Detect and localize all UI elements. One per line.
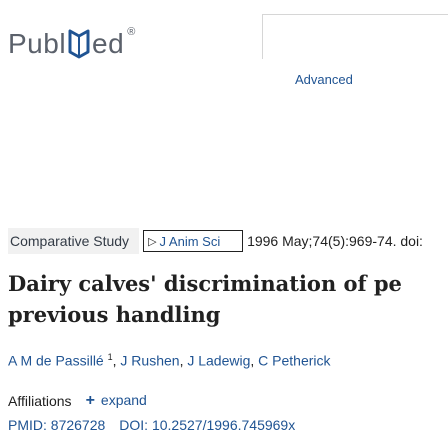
triangle-right-icon: ▷ [148,235,157,248]
article-identifiers: PMID: 8726728 DOI: 10.2527/1996.745969x [8,417,295,433]
journal-button[interactable]: ▷ J Anim Sci [143,230,244,252]
search-input[interactable] [262,14,448,59]
title-line-2: previous handling [8,302,221,327]
expand-affiliations-button[interactable]: + expand [86,392,147,410]
pubmed-book-icon [67,29,91,59]
affiliations-label: Affiliations [8,393,72,409]
author-link[interactable]: J Ladewig [187,353,250,369]
registered-mark: ® [127,26,136,38]
logo-text-ed: ed [92,28,125,59]
article-title: Dairy calves' discrimination of pe previ… [8,268,448,330]
pmid: PMID: 8726728 [8,417,106,433]
affiliations-row: Affiliations + expand [8,392,147,410]
citation-text: 1996 May;74(5):969-74. doi: [247,233,423,249]
author-link[interactable]: J Rushen [120,353,179,369]
author-link[interactable]: C Petherick [258,353,330,369]
expand-label: expand [100,392,147,408]
authors-list: A M de Passillé 1, J Rushen, J Ladewig, … [8,352,331,369]
advanced-search-link[interactable]: Advanced [295,72,353,87]
publication-type-badge: Comparative Study [8,228,140,254]
title-line-1: Dairy calves' discrimination of pe [8,271,402,296]
plus-icon: + [85,392,95,409]
logo-text-pub: Publ [8,28,67,59]
doi[interactable]: DOI: 10.2527/1996.745969x [119,417,295,433]
author-link[interactable]: A M de Passillé [8,353,104,369]
journal-label: J Anim Sci [159,233,221,249]
pubmed-logo[interactable]: Publ ed ® [8,24,135,64]
article-meta: Comparative Study ▷ J Anim Sci 1996 May;… [0,228,448,254]
